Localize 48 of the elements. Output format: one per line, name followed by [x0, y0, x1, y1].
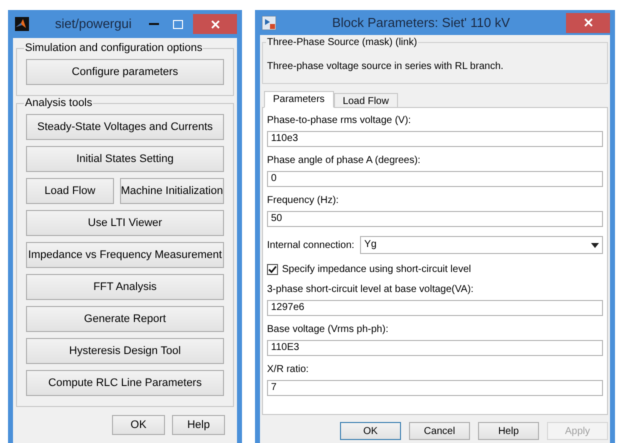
dropdown[interactable]: Yg — [360, 236, 603, 254]
field-label: Phase angle of phase A (degrees): — [267, 154, 422, 167]
close-icon — [584, 18, 592, 27]
input-field[interactable]: 1297e6 — [267, 300, 603, 316]
group-title: Analysis tools — [24, 96, 94, 110]
mask-description: Three-phase voltage source in series with RL branch. — [267, 61, 504, 72]
window-title: siet/powergui — [55, 15, 132, 34]
field-label: X/R ratio: — [267, 363, 310, 376]
input-field[interactable]: 50 — [267, 211, 603, 227]
close-icon — [210, 20, 220, 28]
tool-button[interactable]: Compute RLC Line Parameters — [26, 370, 224, 396]
dialog-button[interactable]: Help — [172, 415, 225, 435]
checkbox[interactable] — [267, 264, 278, 275]
tool-button[interactable]: Impedance vs Frequency Measurement — [26, 242, 224, 268]
field-label: Internal connection: — [267, 238, 354, 252]
dialog-button[interactable]: Cancel — [409, 422, 470, 440]
tool-button[interactable]: Initial States Setting — [26, 146, 224, 172]
dialog-button[interactable]: OK — [112, 415, 165, 435]
dialog-button[interactable]: Help — [478, 422, 539, 440]
tool-button[interactable]: FFT Analysis — [26, 274, 224, 300]
window-title: Block Parameters: Siet' 110 kV — [331, 14, 511, 32]
input-field[interactable]: 0 — [267, 171, 603, 187]
tab[interactable]: Load Flow — [334, 93, 398, 108]
maximize-icon[interactable] — [173, 20, 183, 28]
caret-icon — [591, 242, 599, 248]
tool-button[interactable]: Hysteresis Design Tool — [26, 338, 224, 364]
tool-button[interactable]: Generate Report — [26, 306, 224, 332]
field-label: 3-phase short-circuit level at base voltage(VA): — [267, 283, 475, 296]
tool-button[interactable]: Use LTI Viewer — [26, 210, 224, 236]
tool-button[interactable]: Machine Initialization — [120, 178, 224, 204]
group-title: Three-Phase Source (mask) (link) — [266, 36, 418, 49]
checkbox-label: Specify impedance using short-circuit level — [282, 263, 471, 276]
tool-button[interactable]: Configure parameters — [26, 59, 224, 85]
tab[interactable]: Parameters — [264, 91, 334, 108]
field-label: Frequency (Hz): — [267, 194, 340, 207]
field-label: Base voltage (Vrms ph-ph): — [267, 323, 390, 336]
input-field[interactable]: 110E3 — [267, 340, 603, 356]
tool-button[interactable]: Steady-State Voltages and Currents — [26, 114, 224, 140]
block-icon — [262, 16, 276, 30]
group-title: Simulation and configuration options — [24, 41, 204, 55]
tool-button[interactable]: Load Flow — [26, 178, 114, 204]
close-button[interactable] — [193, 14, 237, 34]
minimize-icon[interactable] — [149, 22, 159, 26]
dialog-button[interactable]: OK — [340, 422, 401, 440]
close-button[interactable] — [566, 12, 610, 32]
input-field[interactable]: 110e3 — [267, 131, 603, 147]
input-field[interactable]: 7 — [267, 380, 603, 396]
field-label: Phase-to-phase rms voltage (V): — [267, 114, 412, 127]
